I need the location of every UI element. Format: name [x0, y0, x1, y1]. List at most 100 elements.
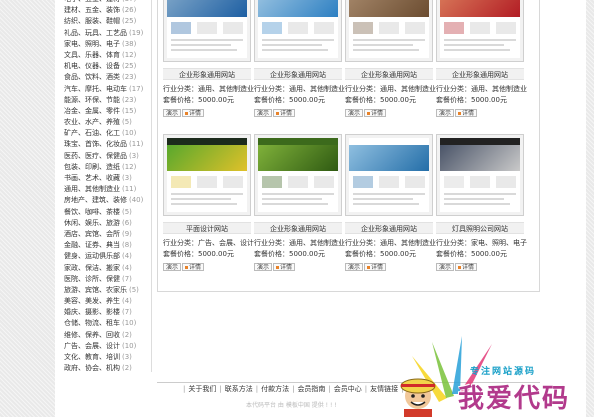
footer-separator: |	[183, 385, 186, 393]
sidebar-category-item[interactable]: 文具、乐器、体育 (12)	[59, 50, 152, 61]
detail-button[interactable]: 详情	[455, 263, 478, 271]
template-title[interactable]: 企业形象通用网站	[254, 68, 342, 80]
template-price: 套餐价格：5000.00元	[163, 250, 234, 258]
template-title[interactable]: 企业形象通用网站	[163, 68, 251, 80]
category-count: (23)	[122, 73, 137, 82]
sidebar-category-item[interactable]: 健身、运动俱乐部 (4)	[59, 251, 152, 262]
sidebar-category-item[interactable]: 纺织、服装、鞋帽 (25)	[59, 16, 152, 27]
template-price: 套餐价格：5000.00元	[163, 96, 234, 104]
demo-button[interactable]: 演示	[254, 263, 273, 271]
detail-button[interactable]: 详情	[364, 263, 387, 271]
sidebar-category-item[interactable]: 餐饮、咖啡、茶楼 (5)	[59, 207, 152, 218]
category-label: 广告、会展、设计	[64, 341, 120, 350]
demo-button[interactable]: 演示	[254, 109, 273, 117]
footer-link[interactable]: 会员指南	[297, 385, 325, 393]
detail-button[interactable]: 详情	[273, 263, 296, 271]
template-thumbnail[interactable]	[345, 0, 433, 62]
category-count: (37)	[122, 0, 136, 3]
category-label: 文化、教育、培训	[64, 353, 120, 361]
sidebar-category-item[interactable]: 珠宝、首饰、化妆品 (11)	[59, 139, 152, 150]
category-count: (26)	[122, 6, 137, 15]
category-count: (4)	[122, 263, 132, 272]
sidebar-category-item[interactable]: 医药、医疗、保健品 (3)	[59, 151, 152, 162]
sidebar-category-item[interactable]: 休闲、娱乐、旅游 (6)	[59, 218, 152, 229]
sidebar-category-item[interactable]: 食品、饮料、酒类 (23)	[59, 72, 152, 83]
footer-link[interactable]: 联系方法	[225, 385, 253, 393]
sidebar-category-item[interactable]: 旅游、宾馆、农家乐 (5)	[59, 285, 152, 296]
sidebar-category-item[interactable]: 医院、诊所、保健 (7)	[59, 274, 152, 285]
detail-button[interactable]: 详情	[182, 109, 205, 117]
template-actions: 演示 详情	[163, 263, 205, 272]
sidebar-category-item[interactable]: 政府、协会、机构 (2)	[59, 363, 152, 372]
demo-button[interactable]: 演示	[345, 109, 364, 117]
demo-button[interactable]: 演示	[345, 263, 364, 271]
template-thumbnail[interactable]	[345, 134, 433, 216]
sidebar-category-item[interactable]: 礼品、玩具、工艺品 (19)	[59, 28, 152, 39]
sidebar-category-item[interactable]: 家政、保洁、搬家 (4)	[59, 263, 152, 274]
category-label: 能源、环保、节能	[64, 95, 120, 104]
sidebar-category-item[interactable]: 酒店、宾馆、会所 (9)	[59, 229, 152, 240]
category-label: 食品、饮料、酒类	[64, 73, 120, 82]
template-thumbnail[interactable]	[436, 0, 524, 62]
template-price: 套餐价格：5000.00元	[345, 96, 416, 104]
detail-button[interactable]: 详情	[182, 263, 205, 271]
detail-button[interactable]: 详情	[364, 109, 387, 117]
sidebar-category-item[interactable]: 广告、会展、设计 (10)	[59, 341, 152, 352]
sidebar-category-item[interactable]: 家电、照明、电子 (38)	[59, 39, 152, 50]
template-thumbnail[interactable]	[254, 134, 342, 216]
footer-link[interactable]: 付款方法	[261, 385, 289, 393]
category-label: 仓储、物流、租车	[64, 319, 120, 328]
template-title[interactable]: 企业形象通用网站	[254, 222, 342, 234]
template-actions: 演示 详情	[345, 109, 387, 118]
sidebar-category-item[interactable]: 书画、艺术、收藏 (3)	[59, 173, 152, 184]
sidebar-category-item[interactable]: 仓储、物流、租车 (10)	[59, 318, 152, 329]
demo-button[interactable]: 演示	[436, 263, 455, 271]
sidebar-category-item[interactable]: 农业、水产、养殖 (5)	[59, 117, 152, 128]
template-title[interactable]: 灯具照明公司网站	[436, 222, 524, 234]
template-thumbnail[interactable]	[436, 134, 524, 216]
sidebar-category-item[interactable]: 包装、印刷、造纸 (12)	[59, 162, 152, 173]
demo-button[interactable]: 演示	[163, 109, 182, 117]
template-thumbnail[interactable]	[254, 0, 342, 62]
detail-button[interactable]: 详情	[273, 109, 296, 117]
sidebar-category-item[interactable]: 能源、环保、节能 (23)	[59, 95, 152, 106]
template-industry: 行业分类：通用、其他制造业	[254, 85, 345, 93]
detail-button[interactable]: 详情	[455, 109, 478, 117]
sidebar-category-item[interactable]: 文化、教育、培训 (3)	[59, 352, 152, 363]
category-label: 酒店、宾馆、会所	[64, 229, 120, 238]
template-thumbnail[interactable]	[163, 0, 251, 62]
template-thumbnail[interactable]	[163, 134, 251, 216]
category-label: 家政、保洁、搬家	[64, 263, 120, 272]
sidebar-category-item[interactable]: 机电、仪器、设备 (25)	[59, 61, 152, 72]
template-title[interactable]: 企业形象通用网站	[436, 68, 524, 80]
detail-label: 详情	[280, 264, 293, 271]
sidebar-category-item[interactable]: 建材、五金、装饰 (26)	[59, 5, 152, 16]
sidebar-category-item[interactable]: 通用、其他制造业 (11)	[59, 184, 152, 195]
category-count: (19)	[129, 28, 144, 37]
sidebar-category-item[interactable]: 美容、美发、养生 (4)	[59, 296, 152, 307]
sidebar-category-item[interactable]: 金融、证券、典当 (8)	[59, 240, 152, 251]
category-count: (8)	[122, 241, 132, 250]
category-label: 农业、水产、养殖	[64, 118, 120, 127]
detail-label: 详情	[462, 110, 475, 117]
footer-link[interactable]: 关于我们	[188, 385, 216, 393]
sidebar-category-item[interactable]: 房地产、建筑、装修 (40)	[59, 195, 152, 206]
sidebar-category-item[interactable]: 矿产、石油、化工 (10)	[59, 128, 152, 139]
template-price: 套餐价格：5000.00元	[254, 250, 325, 258]
template-industry: 行业分类：通用、其他制造业	[436, 85, 527, 93]
category-count: (3)	[122, 174, 132, 182]
template-title[interactable]: 平面设计网站	[163, 222, 251, 234]
sidebar-category-item[interactable]: 婚庆、摄影、影楼 (7)	[59, 307, 152, 318]
demo-button[interactable]: 演示	[436, 109, 455, 117]
demo-button[interactable]: 演示	[163, 263, 182, 271]
template-price: 套餐价格：5000.00元	[436, 96, 507, 104]
detail-icon	[458, 112, 462, 115]
sidebar-category-item[interactable]: 冶金、金属、零件 (15)	[59, 106, 152, 117]
footer-link[interactable]: 会员中心	[334, 385, 362, 393]
sidebar-category-item[interactable]: 维修、保养、回收 (2)	[59, 330, 152, 341]
template-title[interactable]: 企业形象通用网站	[345, 222, 433, 234]
template-price: 套餐价格：5000.00元	[436, 250, 507, 258]
template-title[interactable]: 企业形象通用网站	[345, 68, 433, 80]
sidebar-category-item[interactable]: 汽车、摩托、电动车 (17)	[59, 84, 152, 95]
category-label: 医院、诊所、保健	[64, 274, 120, 283]
